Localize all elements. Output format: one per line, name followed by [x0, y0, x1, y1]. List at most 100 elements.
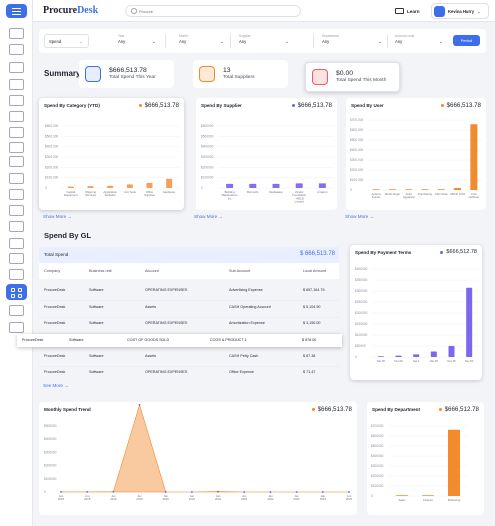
category-label: Net 45	[430, 359, 439, 363]
x-tick-label: Jun 2023	[346, 494, 353, 501]
col-company[interactable]: Company	[44, 269, 60, 273]
bar	[372, 189, 380, 190]
month-filter[interactable]: Month Any ⌄	[179, 34, 224, 48]
nav-invoices-icon[interactable]	[9, 95, 24, 106]
table-cell: OPERATING EXPENSES	[145, 288, 188, 292]
supplier-show-more-link[interactable]: Show More →	[194, 214, 223, 219]
nav-users-icon[interactable]	[9, 28, 24, 39]
bar	[318, 183, 326, 188]
category-label: Net 60	[465, 359, 474, 363]
bar	[166, 178, 173, 188]
nav-dashboard-icon[interactable]	[6, 284, 27, 300]
bar	[437, 189, 445, 190]
col-business-unit[interactable]: Business unit	[89, 269, 112, 273]
y-tick-label: $300000	[371, 464, 384, 468]
y-tick-label: $700000	[371, 424, 384, 428]
nav-bank-icon[interactable]	[9, 189, 24, 200]
department-filter[interactable]: Department Any ⌄	[322, 34, 382, 48]
spend-select[interactable]: Spend ⌄	[44, 34, 89, 48]
nav-approvals-icon[interactable]	[9, 127, 24, 138]
nav-documents-icon[interactable]	[9, 79, 24, 90]
gl-header-row: Company Business unit Account Sub Accoun…	[39, 263, 339, 279]
nav-integrations-icon[interactable]	[9, 322, 24, 333]
y-tick-label: 0	[45, 186, 47, 190]
learn-button[interactable]: Learn	[395, 5, 420, 17]
table-row[interactable]: ProcureDesk Software OPERATING EXPENSES Adv…	[39, 288, 339, 296]
bar	[107, 185, 114, 188]
area	[60, 403, 349, 493]
category-chart-svg: $600,000 $500,000 $400,000 $300,000 $200,000…	[45, 124, 179, 197]
app-logo[interactable]: ProcureDesk	[43, 5, 98, 16]
col-local-amount[interactable]: Local Amount	[303, 269, 326, 273]
col-sub-account[interactable]: Sub Account	[229, 269, 250, 273]
bar	[470, 124, 478, 190]
category-show-more-link[interactable]: Show More →	[43, 214, 72, 219]
nav-orders-icon[interactable]	[9, 62, 24, 73]
bar	[448, 429, 460, 496]
table-row[interactable]: ProcureDesk Software OPERATING EXPENSES Amo…	[39, 321, 339, 329]
bar	[448, 346, 455, 357]
nav-vendors-icon[interactable]	[9, 253, 24, 264]
data-point	[112, 490, 115, 493]
gl-see-more-link[interactable]: See More →	[43, 383, 69, 388]
bar	[295, 183, 303, 188]
data-point	[348, 491, 350, 493]
period-button[interactable]: Period	[453, 35, 480, 46]
table-row[interactable]: ProcureDesk Software COST OF GOODS SOLD COG…	[17, 334, 342, 347]
nav-settings-icon[interactable]	[9, 205, 24, 216]
y-tick-label: $400000	[201, 145, 214, 149]
data-point	[191, 491, 193, 493]
data-point	[243, 491, 246, 493]
nav-analytics-icon[interactable]	[9, 305, 24, 316]
bar	[249, 183, 257, 188]
col-account[interactable]: Account	[145, 269, 159, 273]
y-tick-label: $400000	[44, 437, 57, 441]
bar	[388, 189, 396, 190]
search-box[interactable]	[125, 5, 301, 17]
category-label: Finance	[423, 498, 433, 502]
table-cell: ProcureDesk	[44, 354, 66, 358]
nav-inventory-icon[interactable]	[9, 269, 24, 280]
nav-contracts-icon[interactable]	[9, 221, 24, 232]
category-label: Application Software	[103, 190, 117, 197]
user-menu[interactable]: Kevina Hurry ⌄	[431, 3, 489, 19]
bar	[146, 182, 153, 188]
category-label: Sales	[399, 498, 407, 502]
calendar-dollar-icon	[312, 69, 328, 85]
bar	[226, 183, 234, 188]
supplier-filter[interactable]: Supplier Any ⌄	[239, 34, 289, 48]
category-label: Net 1	[413, 359, 420, 363]
spend-by-supplier-card: Spend By Supplier $666,513.78 $600000 $50…	[196, 98, 337, 210]
y-tick-label: $500,000	[350, 138, 364, 142]
y-tick-label: $300000	[355, 289, 368, 293]
account-code-filter[interactable]: Account code Any ⌄	[395, 34, 443, 48]
nav-reports-icon[interactable]	[9, 238, 24, 249]
search-input[interactable]	[139, 7, 289, 16]
nav-budget-icon[interactable]	[9, 142, 24, 153]
data-point	[60, 491, 62, 493]
table-row[interactable]: ProcureDesk Software OPERATING EXPENSES Off…	[39, 370, 339, 378]
x-tick-label: Jan 2021	[215, 494, 222, 501]
user-show-more-link[interactable]: Show More →	[345, 214, 374, 219]
data-point	[321, 491, 324, 493]
table-cell: OPERATING EXPENSES	[145, 321, 188, 325]
nav-catalog-icon[interactable]	[9, 156, 24, 167]
menu-toggle-icon[interactable]	[6, 4, 27, 18]
y-tick-label: $500000	[371, 444, 384, 448]
supplier-icon	[199, 66, 215, 82]
year-filter[interactable]: Year Any ⌄	[118, 34, 156, 48]
nav-payments-icon[interactable]	[9, 173, 24, 184]
y-tick-label: $100,000	[45, 176, 59, 180]
x-tick-label: Jun 2020	[189, 494, 196, 501]
table-row[interactable]: ProcureDesk Software Assets CASH Petty Cash…	[39, 354, 339, 362]
category-label: Amazon	[317, 190, 328, 194]
y-tick-label: 0	[44, 490, 46, 494]
table-cell: $ 3,150.00	[303, 321, 321, 325]
y-tick-label: $600000	[201, 124, 214, 128]
nav-receipts-icon[interactable]	[9, 111, 24, 122]
table-row[interactable]: ProcureDesk Software Assets CASH Operating …	[39, 305, 339, 313]
nav-requests-icon[interactable]	[9, 44, 24, 55]
category-label: Shipping Services	[85, 190, 96, 197]
table-cell: Advertising Expense	[229, 288, 263, 292]
data-point	[269, 491, 272, 493]
